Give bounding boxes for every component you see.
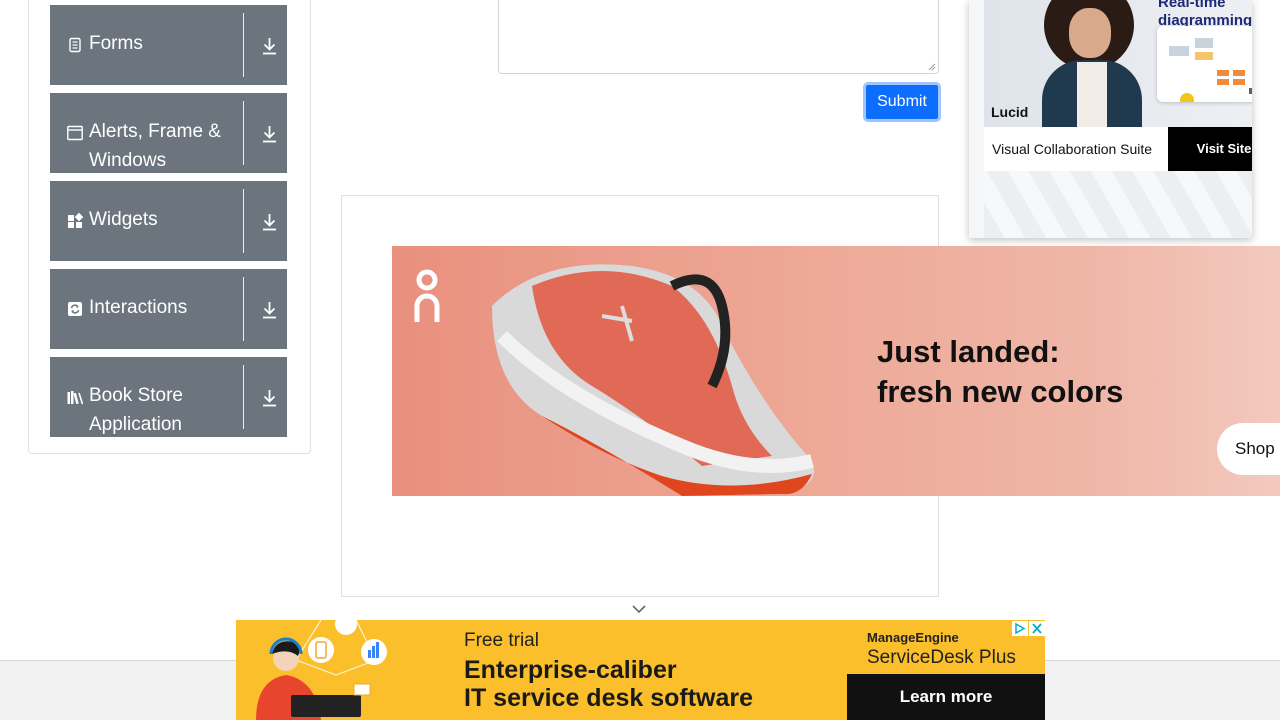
sidebar-item-label: Alerts, Frame & Windows xyxy=(89,121,221,171)
text-area[interactable] xyxy=(498,0,939,74)
divider xyxy=(243,277,244,341)
download-icon[interactable] xyxy=(261,388,278,408)
headline-line-1: Enterprise-caliber xyxy=(464,656,677,684)
diagram-illustration xyxy=(1157,26,1252,102)
close-icon[interactable] xyxy=(1029,621,1045,636)
sidebar-item-label: Forms xyxy=(89,33,143,54)
sidebar-item-book-store[interactable]: Book Store Application xyxy=(50,357,287,437)
person-shirt xyxy=(1077,62,1107,127)
headline-line-2: fresh new colors xyxy=(877,374,1124,409)
product-name: ServiceDesk Plus xyxy=(867,647,1016,668)
sidebar-item-label: Book Store Application xyxy=(89,385,183,435)
divider xyxy=(243,189,244,253)
ad-background-pattern xyxy=(984,171,1252,238)
sidebar-item-alerts[interactable]: Alerts, Frame & Windows xyxy=(50,93,287,173)
ad-headline: Just landed: fresh new colors xyxy=(877,332,1123,412)
window-icon xyxy=(67,125,83,141)
shoe-image xyxy=(492,264,814,496)
resize-grip-icon[interactable] xyxy=(928,63,936,71)
tagline-bar: Visual Collaboration Suite xyxy=(984,127,1168,171)
download-icon[interactable] xyxy=(261,36,278,56)
download-icon[interactable] xyxy=(261,124,278,144)
sidebar-item-label: Interactions xyxy=(89,297,188,318)
headline-line-2: IT service desk software xyxy=(464,684,754,712)
visit-site-button[interactable]: Visit Site xyxy=(1168,127,1252,171)
shop-button[interactable]: Shop xyxy=(1217,423,1280,475)
ad-headline: Enterprise-caliber IT service desk softw… xyxy=(464,656,753,712)
adchoices-icon[interactable] xyxy=(1012,621,1028,636)
sidebar-item-label: Widgets xyxy=(89,209,158,230)
download-icon[interactable] xyxy=(261,212,278,232)
headline-line-1: Just landed: xyxy=(877,334,1060,369)
lucid-ad[interactable]: Real-time diagramming Lucid Visual Colla… xyxy=(969,0,1252,238)
manageengine-ad[interactable]: Free trial Enterprise-caliber IT service… xyxy=(236,620,1045,720)
form-icon xyxy=(69,37,81,53)
widgets-icon xyxy=(68,213,83,228)
person-face xyxy=(1069,8,1111,58)
free-trial-label: Free trial xyxy=(464,630,539,651)
on-brand-logo xyxy=(414,269,440,322)
divider xyxy=(243,365,244,429)
interactions-icon xyxy=(68,302,82,316)
books-icon xyxy=(67,391,83,405)
sidebar-item-widgets[interactable]: Widgets xyxy=(50,181,287,261)
ad-illustration xyxy=(256,620,387,720)
shoe-ad[interactable]: Just landed: fresh new colors Shop xyxy=(392,246,1280,496)
divider xyxy=(243,101,244,165)
download-icon[interactable] xyxy=(261,300,278,320)
lucid-logo: Lucid xyxy=(991,104,1029,120)
manageengine-logo: ManageEngine xyxy=(867,630,959,645)
ad-tagline: Visual Collaboration Suite xyxy=(992,141,1153,157)
submit-button[interactable]: Submit xyxy=(863,82,941,122)
chevron-down-icon[interactable] xyxy=(631,603,647,615)
divider xyxy=(243,13,244,77)
sidebar-item-interactions[interactable]: Interactions xyxy=(50,269,287,349)
learn-more-button[interactable]: Learn more xyxy=(847,674,1045,720)
sidebar-item-forms[interactable]: Forms xyxy=(50,5,287,85)
